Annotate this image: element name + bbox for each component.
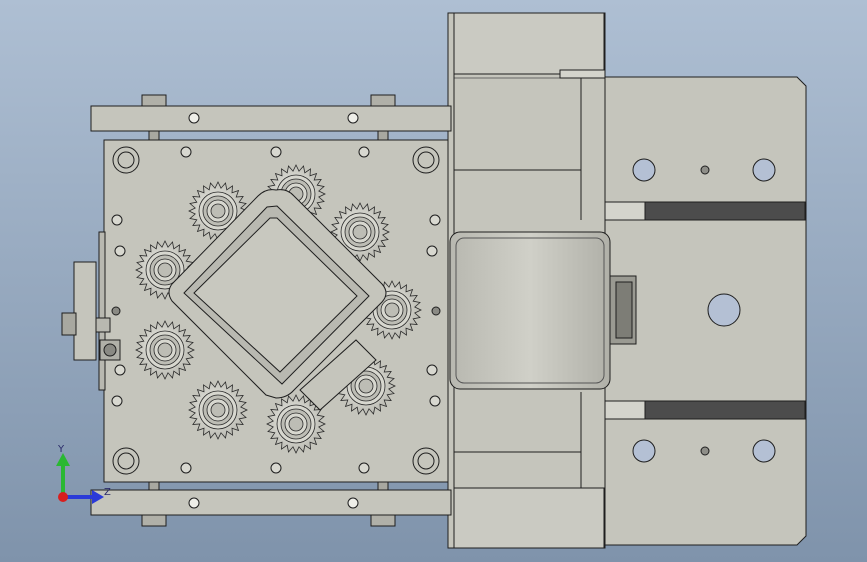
plate-center-hole bbox=[707, 293, 741, 327]
bar-hole bbox=[347, 497, 359, 509]
bottom-nut-left[interactable] bbox=[141, 514, 167, 527]
left-bolt-nut bbox=[95, 317, 111, 333]
bottom-nut-right[interactable] bbox=[370, 514, 396, 527]
gear-hub-ring bbox=[210, 203, 226, 219]
top-nut-left[interactable] bbox=[141, 94, 167, 107]
plate-hole bbox=[752, 158, 776, 182]
bracket-top-lip bbox=[559, 69, 606, 79]
left-fitting-hole bbox=[103, 343, 117, 357]
plate-hole bbox=[632, 439, 656, 463]
upper-slot-bar bbox=[644, 201, 806, 221]
lower-slot-face bbox=[604, 400, 646, 420]
bar-hole bbox=[188, 112, 200, 124]
left-side-bracket[interactable] bbox=[73, 261, 97, 361]
plate-hole bbox=[632, 158, 656, 182]
plate-small-screw bbox=[431, 306, 441, 316]
sprocket-gear[interactable] bbox=[135, 320, 195, 380]
triad-y-label: Y bbox=[57, 444, 65, 455]
bar-hole bbox=[188, 497, 200, 509]
corner-hole-inner bbox=[117, 452, 135, 470]
gear-hub-ring bbox=[352, 224, 368, 240]
corner-hole-inner bbox=[417, 452, 435, 470]
bottom-cross-bar[interactable] bbox=[90, 489, 452, 516]
gear-hub-ring bbox=[384, 302, 400, 318]
left-side-strip bbox=[98, 231, 106, 391]
motor-body[interactable] bbox=[449, 231, 611, 390]
cad-graphics-viewport[interactable]: Y Z bbox=[0, 0, 867, 562]
plate-hole bbox=[752, 439, 776, 463]
motor-connector-inner bbox=[615, 281, 633, 339]
top-nut-right[interactable] bbox=[370, 94, 396, 107]
lower-slot-bar bbox=[644, 400, 806, 420]
left-bolt-head[interactable] bbox=[61, 312, 77, 336]
gear-hub-ring bbox=[157, 342, 173, 358]
bar-hole bbox=[347, 112, 359, 124]
gear-hub-ring bbox=[157, 262, 173, 278]
triad-z-label: Z bbox=[104, 487, 111, 498]
corner-hole-inner bbox=[117, 151, 135, 169]
gear-hub-ring bbox=[210, 402, 226, 418]
corner-hole-inner bbox=[417, 151, 435, 169]
sprocket-gear[interactable] bbox=[188, 380, 248, 440]
bracket-lower-block bbox=[453, 487, 605, 549]
gear-hub-ring bbox=[358, 378, 374, 394]
plate-small-screw bbox=[111, 306, 121, 316]
top-cross-bar[interactable] bbox=[90, 105, 452, 132]
plate-small-hole bbox=[700, 165, 710, 175]
upper-slot-face bbox=[604, 201, 646, 221]
gear-hub-ring bbox=[288, 416, 304, 432]
bracket-top-block bbox=[453, 12, 605, 75]
cad-model-svg[interactable]: Y Z bbox=[0, 0, 867, 562]
plate-small-hole bbox=[700, 446, 710, 456]
